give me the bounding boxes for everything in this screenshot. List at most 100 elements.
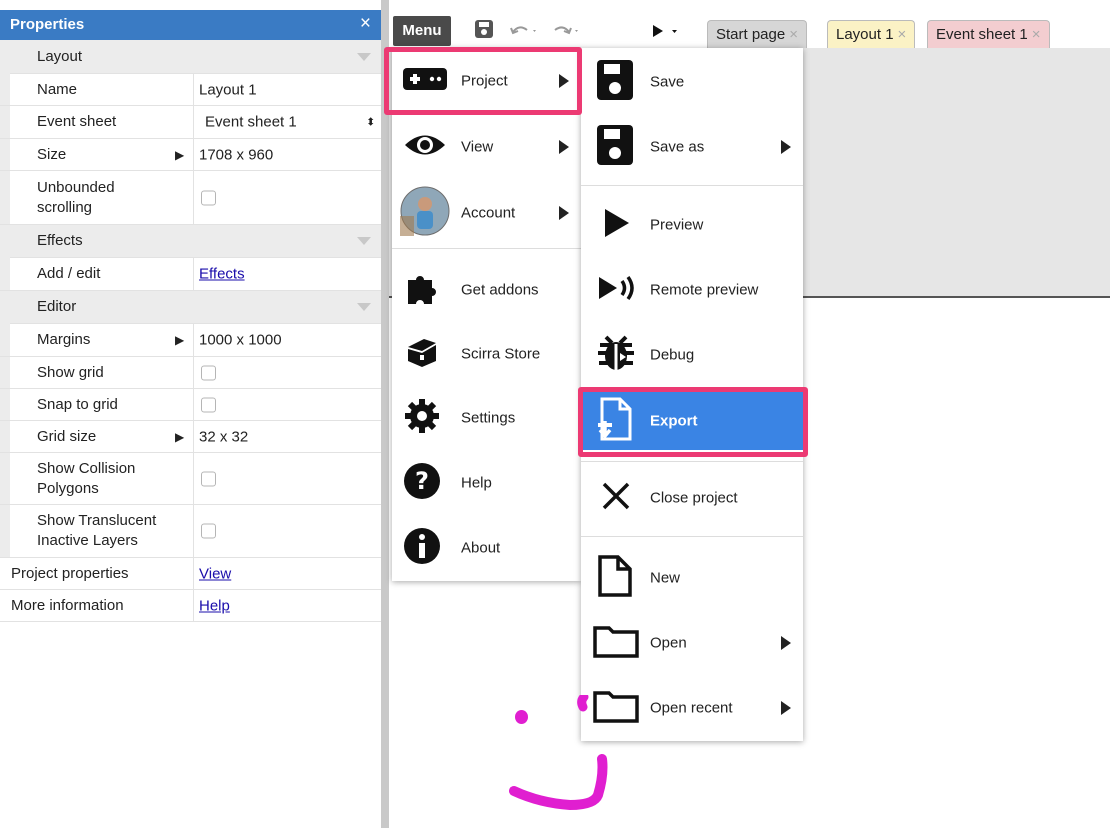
menu-item-get-addons[interactable]: Get addons <box>392 258 581 322</box>
menu-item-save-as[interactable]: Save as <box>581 114 803 180</box>
play-icon[interactable] <box>651 23 679 51</box>
prop-row-event-sheet: Event sheet Event sheet 1 ⬍ <box>0 106 381 139</box>
menu-item-save[interactable]: Save <box>581 50 803 114</box>
new-file-icon <box>598 555 632 601</box>
expand-arrow-icon[interactable]: ▶ <box>175 430 184 444</box>
folder-icon <box>593 624 639 662</box>
prop-label-line: Inactive Layers <box>37 532 138 549</box>
menu-item-label: Open <box>650 634 687 652</box>
menu-item-settings[interactable]: Settings <box>392 386 581 450</box>
save-as-icon <box>596 124 634 170</box>
effects-link[interactable]: Effects <box>199 266 245 283</box>
size-value-field[interactable]: 1708 x 960 <box>199 146 273 163</box>
gear-icon <box>404 398 440 438</box>
prop-label-line: scrolling <box>37 198 93 216</box>
snap-to-grid-checkbox[interactable] <box>201 397 216 412</box>
category-layout[interactable]: Layout <box>10 40 381 74</box>
tab-layout-1[interactable]: Layout 1 × <box>827 20 916 48</box>
menu-item-label: Save <box>650 73 685 91</box>
event-sheet-select[interactable]: Event sheet 1 <box>205 114 297 131</box>
collapse-triangle-icon[interactable] <box>357 52 371 61</box>
prop-row-more-information: More information Help <box>0 590 381 622</box>
help-link[interactable]: Help <box>199 597 230 614</box>
prop-label: More information <box>11 596 124 614</box>
menu-item-scirra-store[interactable]: Scirra Store <box>392 322 581 386</box>
margins-value-field[interactable]: 1000 x 1000 <box>199 332 282 349</box>
menu-separator <box>581 536 803 537</box>
puzzle-piece-icon <box>404 270 440 310</box>
prop-label: Size <box>37 145 67 163</box>
menu-item-about[interactable]: About <box>392 516 581 580</box>
menu-item-view[interactable]: View <box>392 114 581 180</box>
show-collision-polygons-checkbox[interactable] <box>201 471 216 486</box>
chevron-right-icon <box>559 206 569 220</box>
prop-row-snap-to-grid: Snap to grid <box>0 389 381 421</box>
prop-label: Snap to grid <box>37 395 118 413</box>
name-value-field[interactable]: Layout 1 <box>199 81 257 98</box>
menu-item-label: Scirra Store <box>461 345 541 363</box>
prop-row-show-translucent-inactive-layers: Show Translucent Inactive Layers <box>0 505 381 558</box>
close-icon[interactable]: × <box>360 13 371 35</box>
menu-item-preview[interactable]: Preview <box>581 193 803 257</box>
menu-item-export[interactable]: Export <box>581 392 803 450</box>
menu-item-open[interactable]: Open <box>581 610 803 676</box>
menu-item-debug[interactable]: Debug <box>581 323 803 387</box>
prop-label: Margins <box>37 331 91 348</box>
expand-arrow-icon[interactable]: ▶ <box>175 333 184 347</box>
panel-splitter[interactable] <box>381 0 389 828</box>
menu-item-account[interactable]: Account <box>392 180 581 246</box>
collapse-triangle-icon[interactable] <box>357 303 371 311</box>
menu-item-new[interactable]: New <box>581 546 803 610</box>
menu-item-label: Open recent <box>650 699 733 717</box>
chevron-right-icon <box>559 140 569 154</box>
menu-item-label: New <box>650 569 681 587</box>
play-icon <box>604 208 630 242</box>
menu-item-label: View <box>461 138 494 156</box>
unbounded-scrolling-checkbox[interactable] <box>201 190 216 205</box>
tab-close-icon[interactable]: × <box>789 26 798 43</box>
column-divider <box>193 139 194 170</box>
menu-item-close-project[interactable]: Close project <box>581 466 803 530</box>
menu-item-label: Help <box>461 474 492 492</box>
menu-item-help[interactable]: ? Help <box>392 450 581 516</box>
chevron-right-icon <box>781 701 791 715</box>
help-circle-icon: ? <box>403 462 441 504</box>
avatar <box>400 186 450 240</box>
redo-icon[interactable] <box>551 22 581 50</box>
select-arrows-icon[interactable]: ⬍ <box>366 116 375 129</box>
prop-row-name: Name Layout 1 <box>0 74 381 106</box>
show-grid-checkbox[interactable] <box>201 365 216 380</box>
tab-close-icon[interactable]: × <box>1032 26 1041 43</box>
prop-label: Project properties <box>11 564 129 582</box>
chevron-right-icon <box>559 74 569 88</box>
grid-size-value-field[interactable]: 32 x 32 <box>199 428 248 445</box>
tab-event-sheet-1[interactable]: Event sheet 1 × <box>927 20 1050 48</box>
view-link[interactable]: View <box>199 565 231 582</box>
menu-item-label: Close project <box>650 489 738 507</box>
show-translucent-inactive-layers-checkbox[interactable] <box>201 523 216 539</box>
menu-item-project[interactable]: Project <box>392 48 581 114</box>
tab-start-page[interactable]: Start page × <box>707 20 807 48</box>
treasure-chest-icon <box>404 335 440 373</box>
prop-row-project-properties: Project properties View <box>0 558 381 590</box>
menu-item-label: Debug <box>650 346 695 364</box>
prop-label: Show Collision Polygons <box>37 459 135 499</box>
prop-row-margins: Margins ▶ 1000 x 1000 <box>0 324 381 357</box>
prop-label: Event sheet <box>37 113 117 130</box>
prop-label-line: Show Collision <box>37 459 136 477</box>
prop-row-size: Size ▶ 1708 x 960 <box>0 139 381 171</box>
prop-row-show-collision-polygons: Show Collision Polygons <box>0 453 381 505</box>
category-editor[interactable]: Editor <box>10 291 381 324</box>
expand-arrow-icon[interactable]: ▶ <box>175 148 184 162</box>
category-effects[interactable]: Effects <box>10 225 381 258</box>
save-icon[interactable] <box>473 18 495 46</box>
tab-close-icon[interactable]: × <box>898 26 907 43</box>
collapse-triangle-icon[interactable] <box>357 237 371 245</box>
menu-item-remote-preview[interactable]: Remote preview <box>581 257 803 323</box>
undo-icon[interactable] <box>509 22 539 50</box>
column-divider <box>193 258 194 290</box>
menu-button[interactable]: Menu <box>393 16 451 46</box>
category-label: Effects <box>37 232 83 249</box>
prop-label: Name <box>37 80 78 98</box>
tab-label: Layout 1 <box>836 26 894 43</box>
